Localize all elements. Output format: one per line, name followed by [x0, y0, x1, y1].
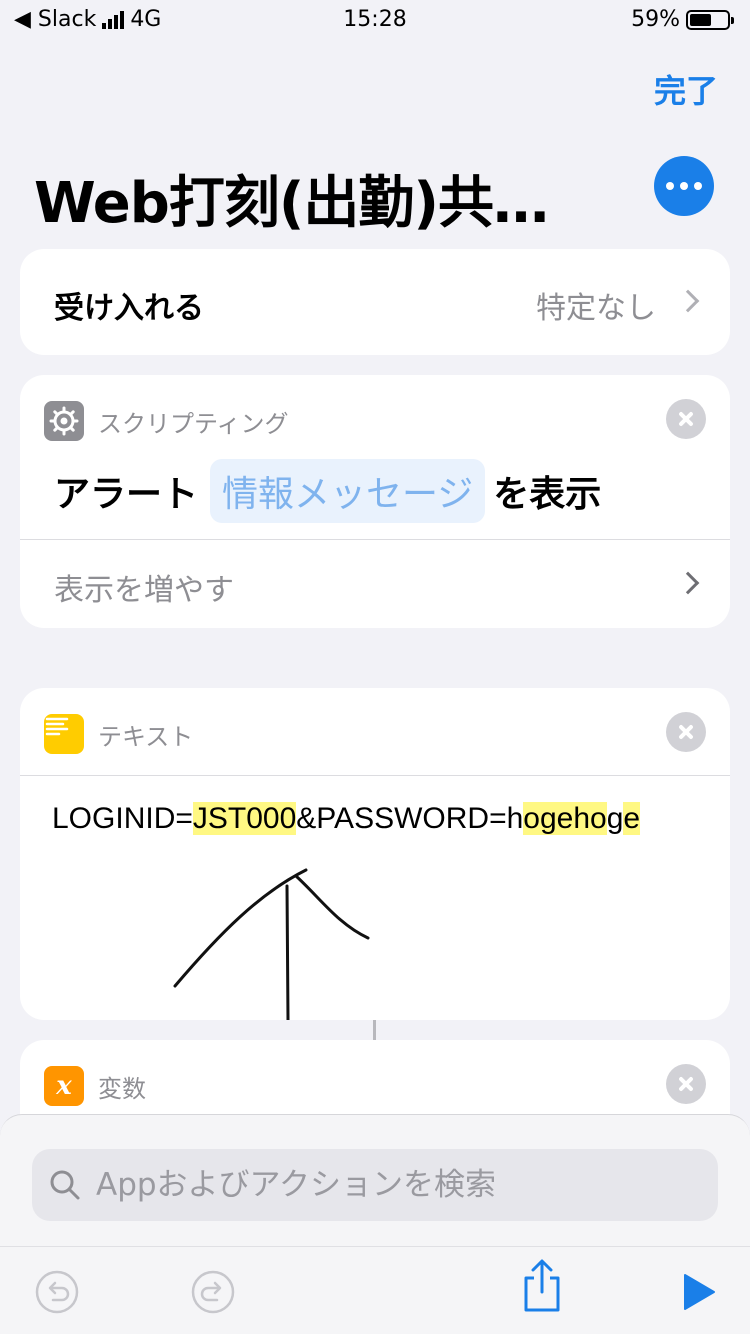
action-category: 変数 [98, 1074, 146, 1103]
gear-icon [44, 401, 84, 441]
done-button[interactable]: 完了 [654, 66, 718, 112]
play-icon [684, 1274, 715, 1310]
redo-icon [191, 1270, 235, 1314]
accept-label: 受け入れる [54, 291, 204, 326]
ellipsis-icon [666, 182, 674, 190]
action-connector [373, 1020, 376, 1040]
message-variable-token[interactable]: 情報メッセージ [210, 459, 486, 523]
battery-icon [686, 9, 734, 30]
bottom-toolbar [0, 1246, 750, 1334]
chevron-right-icon [676, 289, 700, 313]
alert-sentence: アラート 情報メッセージ を表示 [54, 459, 601, 523]
action-header: スクリプティング [44, 401, 289, 441]
status-right: 59% [631, 7, 734, 32]
accept-value: 特定なし [536, 291, 656, 326]
search-icon [50, 1170, 80, 1200]
status-bar: ◀ Slack 4G 15:28 59% [0, 0, 750, 40]
handwritten-arrow-annotation [173, 868, 370, 1020]
search-input[interactable] [96, 1167, 696, 1203]
show-alert-action-card[interactable]: スクリプティング アラート 情報メッセージ を表示 表示を増やす [20, 375, 730, 628]
redo-button[interactable] [188, 1267, 238, 1317]
action-header: x 変数 [44, 1066, 146, 1106]
more-options-button[interactable] [654, 156, 714, 216]
show-more-button[interactable]: 表示を増やす [54, 565, 234, 609]
ellipsis-dot [680, 182, 688, 190]
remove-action-button[interactable] [666, 399, 706, 439]
run-button[interactable] [672, 1267, 722, 1317]
battery-percent: 59% [631, 7, 680, 32]
alert-text-before: アラート [54, 474, 199, 515]
chevron-right-icon [676, 571, 700, 595]
alert-text-after: を表示 [493, 474, 602, 515]
remove-action-button[interactable] [666, 1064, 706, 1104]
undo-button[interactable] [32, 1267, 82, 1317]
text-action-card[interactable]: テキスト LOGINID=JST000&PASSWORD=hogehoge [20, 688, 730, 1020]
action-category: スクリプティング [98, 409, 289, 438]
undo-icon [35, 1270, 79, 1314]
accept-input-row[interactable]: 受け入れる 特定なし [20, 249, 730, 355]
share-button[interactable] [517, 1259, 567, 1312]
search-box[interactable] [32, 1149, 718, 1221]
page-title[interactable]: Web打刻(出勤)共… [34, 158, 614, 239]
variable-x-icon: x [44, 1066, 84, 1106]
divider [20, 539, 730, 540]
battery-level [690, 13, 712, 26]
ellipsis-dot [694, 182, 702, 190]
share-icon [524, 1259, 560, 1312]
